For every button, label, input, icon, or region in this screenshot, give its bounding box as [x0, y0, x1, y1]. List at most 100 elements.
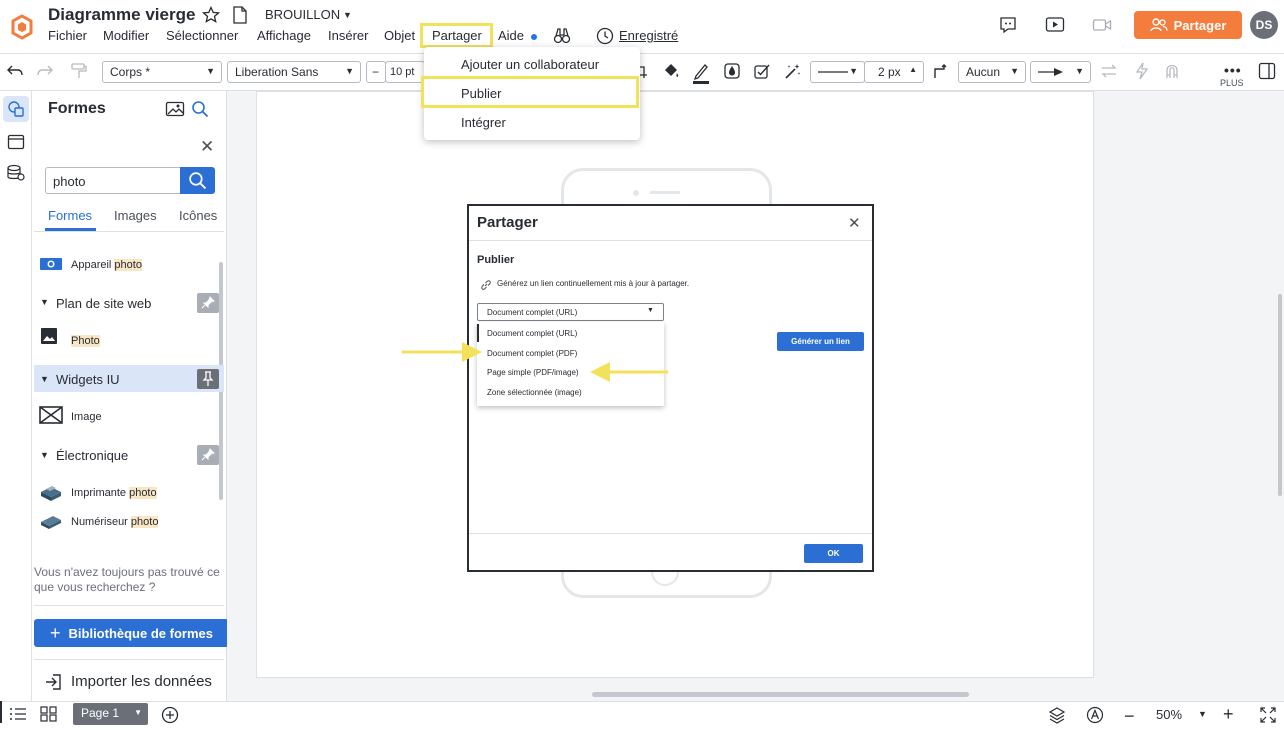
- generate-link-button[interactable]: Générer un lien: [777, 332, 864, 351]
- option-full-url[interactable]: Document complet (URL): [487, 329, 577, 338]
- option-single-page[interactable]: Page simple (PDF/image): [487, 368, 579, 377]
- pin-icon[interactable]: [197, 369, 219, 389]
- user-avatar[interactable]: DS: [1250, 11, 1278, 39]
- redo-icon[interactable]: [36, 63, 54, 79]
- menu-object[interactable]: Objet: [384, 28, 415, 43]
- fullscreen-icon[interactable]: [1259, 706, 1277, 724]
- style-icon[interactable]: [753, 62, 771, 80]
- search-icon[interactable]: [191, 100, 209, 118]
- frame-icon[interactable]: [7, 133, 25, 151]
- fill-color-icon[interactable]: [662, 62, 680, 80]
- shape-item-photo[interactable]: Photo: [71, 335, 100, 347]
- draft-status[interactable]: BROUILLON: [265, 7, 340, 22]
- undo-icon[interactable]: [6, 63, 24, 79]
- text-style-select[interactable]: Corps * ▼: [102, 61, 222, 83]
- section-electronics[interactable]: Électronique: [56, 448, 128, 463]
- pin-icon[interactable]: [197, 445, 219, 465]
- document-title[interactable]: Diagramme vierge: [48, 5, 195, 25]
- data-icon[interactable]: [6, 164, 26, 182]
- swap-arrows-icon[interactable]: [1100, 64, 1118, 78]
- star-icon[interactable]: [202, 6, 220, 24]
- more-label[interactable]: PLUS: [1220, 78, 1244, 88]
- import-data-link[interactable]: Importer les données: [71, 673, 212, 690]
- font-size-input[interactable]: 10 pt: [385, 61, 425, 83]
- panel-toggle-icon[interactable]: [1258, 62, 1276, 80]
- shapes-rail-button[interactable]: [3, 96, 29, 122]
- font-size-decrease[interactable]: −: [366, 61, 386, 83]
- section-widgets[interactable]: Widgets IU: [56, 372, 120, 387]
- menu-item-publish[interactable]: Publier: [461, 86, 501, 101]
- chevron-down-icon[interactable]: ▼: [40, 297, 49, 307]
- publish-scope-select[interactable]: Document complet (URL): [477, 303, 664, 321]
- magnet-icon[interactable]: [1164, 62, 1180, 80]
- menu-view[interactable]: Affichage: [257, 28, 311, 43]
- video-call-icon[interactable]: [1092, 16, 1112, 34]
- shape-library-button[interactable]: + Bibliothèque de formes: [34, 619, 229, 647]
- tab-images[interactable]: Images: [114, 208, 157, 223]
- connector-style-icon[interactable]: [932, 62, 950, 80]
- page-tab[interactable]: Page 1 ▼: [73, 703, 148, 725]
- menu-file[interactable]: Fichier: [48, 28, 87, 43]
- binoculars-icon[interactable]: [553, 27, 571, 45]
- menu-item-add-collaborator[interactable]: Ajouter un collaborateur: [461, 57, 599, 72]
- phone-camera-dot: [633, 190, 639, 196]
- chevron-down-icon[interactable]: ▼: [343, 10, 352, 20]
- search-button[interactable]: [180, 167, 215, 194]
- vertical-scrollbar[interactable]: [1278, 294, 1282, 496]
- saved-status[interactable]: Enregistré: [619, 28, 678, 43]
- document-icon[interactable]: [232, 6, 248, 24]
- ok-button[interactable]: OK: [804, 544, 863, 563]
- shape-item-printer[interactable]: Imprimante photo: [71, 487, 157, 499]
- close-icon[interactable]: ✕: [848, 214, 861, 232]
- menu-share[interactable]: Partager: [420, 23, 493, 48]
- magic-wand-icon[interactable]: [784, 62, 802, 80]
- menu-help[interactable]: Aide: [498, 28, 524, 43]
- menu-insert[interactable]: Insérer: [328, 28, 368, 43]
- option-full-pdf[interactable]: Document complet (PDF): [487, 349, 577, 358]
- app-logo-icon[interactable]: [10, 14, 34, 40]
- zoom-out-icon[interactable]: −: [1124, 706, 1135, 727]
- menu-select[interactable]: Sélectionner: [166, 28, 238, 43]
- shape-item-scanner[interactable]: Numériseur photo: [71, 516, 159, 528]
- format-painter-icon[interactable]: [70, 62, 88, 80]
- image-search-icon[interactable]: [165, 100, 185, 118]
- chevron-down-icon[interactable]: ▼: [1198, 709, 1207, 719]
- opacity-icon[interactable]: [723, 62, 741, 80]
- shape-search-input[interactable]: photo: [45, 167, 181, 194]
- arrow-end-select[interactable]: ▼: [1030, 61, 1091, 83]
- zoom-in-icon[interactable]: +: [1223, 704, 1234, 725]
- line-style-select[interactable]: ▼: [810, 61, 865, 83]
- comment-icon[interactable]: [999, 16, 1017, 34]
- chevron-down-icon[interactable]: ▼: [40, 374, 49, 384]
- section-sitemap[interactable]: Plan de site web: [56, 296, 151, 311]
- share-button[interactable]: Partager: [1134, 11, 1242, 39]
- add-page-icon[interactable]: [161, 706, 179, 724]
- layers-icon[interactable]: [1048, 706, 1066, 724]
- tab-icons[interactable]: Icônes: [179, 208, 217, 223]
- menu-item-publish-row[interactable]: [421, 76, 639, 108]
- more-icon[interactable]: •••: [1224, 62, 1242, 78]
- horizontal-scrollbar[interactable]: [592, 692, 969, 697]
- present-icon[interactable]: [1045, 16, 1065, 34]
- chevron-down-icon[interactable]: ▼: [134, 708, 142, 717]
- line-color-icon[interactable]: [692, 62, 710, 84]
- shape-item-image[interactable]: Image: [71, 411, 102, 423]
- accessibility-icon[interactable]: [1086, 706, 1104, 724]
- arrow-start-select[interactable]: Aucun ▼: [958, 61, 1026, 83]
- import-icon[interactable]: [44, 673, 62, 691]
- line-width-select[interactable]: 2 px ▲: [864, 61, 924, 83]
- chevron-down-icon[interactable]: ▼: [40, 450, 49, 460]
- shape-item-camera[interactable]: Appareil photo: [71, 259, 142, 271]
- option-selection[interactable]: Zone sélectionnée (image): [487, 388, 582, 397]
- tab-shapes[interactable]: Formes: [48, 208, 92, 223]
- pin-icon[interactable]: [197, 293, 219, 313]
- grid-view-icon[interactable]: [40, 706, 58, 722]
- close-icon[interactable]: ✕: [200, 137, 214, 157]
- lightning-icon[interactable]: [1135, 62, 1149, 80]
- menu-item-embed[interactable]: Intégrer: [461, 115, 506, 130]
- list-view-icon[interactable]: [9, 706, 27, 722]
- font-select[interactable]: Liberation Sans ▼: [227, 61, 361, 83]
- chevron-down-icon[interactable]: ▼: [647, 307, 654, 314]
- zoom-level[interactable]: 50%: [1156, 707, 1182, 722]
- menu-edit[interactable]: Modifier: [103, 28, 149, 43]
